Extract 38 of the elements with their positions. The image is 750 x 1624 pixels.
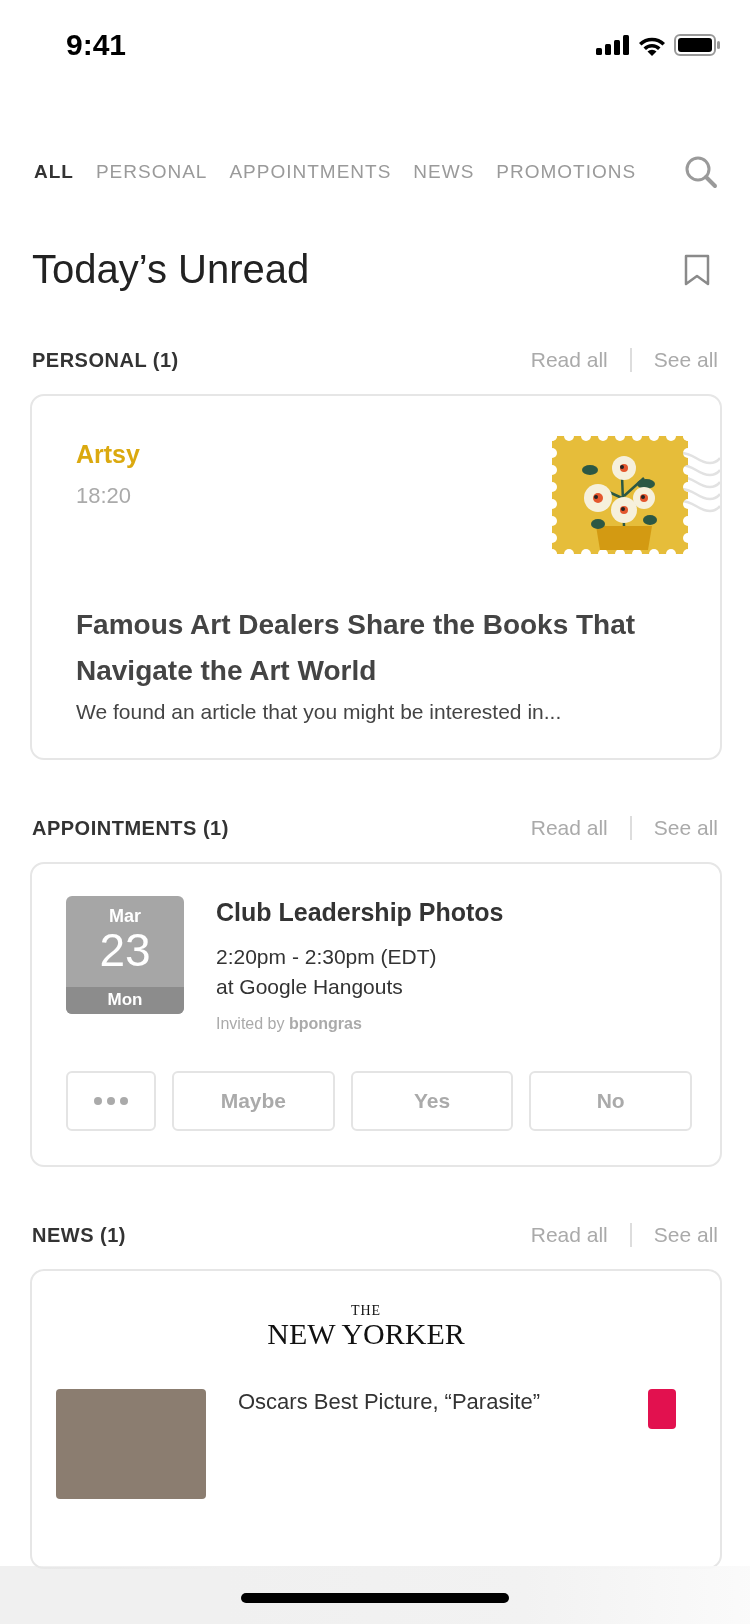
calendar-date: Mar 23 Mon <box>66 896 184 1014</box>
sender-name: Artsy <box>76 440 140 469</box>
category-tab[interactable]: ALL <box>34 161 74 183</box>
signal-icon <box>596 35 630 55</box>
rsvp-button[interactable]: No <box>529 1071 692 1131</box>
email-subject: Famous Art Dealers Share the Books That Navigate the Art World <box>76 608 637 688</box>
status-time: 9:41 <box>66 28 127 62</box>
news-headline: Oscars Best Picture, “Parasite” <box>238 1389 540 1415</box>
email-preview: We found an article that you might be interested in... <box>76 700 563 724</box>
logo-text: NEW YORKER <box>267 1319 465 1349</box>
section-heading: PERSONAL (1) <box>32 348 179 372</box>
battery-icon <box>674 34 720 56</box>
news-card[interactable]: THE NEW YORKER Oscars Best Picture, “Parasite” <box>30 1269 722 1569</box>
rsvp-button[interactable]: Yes <box>350 1071 514 1131</box>
read-all-link[interactable]: Read all <box>530 1223 608 1247</box>
see-all-link[interactable]: See all <box>653 816 718 840</box>
category-tab[interactable]: NEWS <box>413 161 475 183</box>
more-icon <box>94 1097 128 1105</box>
see-all-link[interactable]: See all <box>653 1223 718 1247</box>
section-heading: NEWS (1) <box>32 1223 126 1247</box>
invited-by-text: Invited by bpongras <box>216 1015 363 1033</box>
read-all-link[interactable]: Read all <box>530 348 608 372</box>
event-title: Club Leadership Photos <box>216 898 504 927</box>
category-tab[interactable]: PERSONAL <box>95 161 208 183</box>
see-all-link[interactable]: See all <box>653 348 718 372</box>
email-card[interactable]: Artsy 18:20 Famous Art Dealers Share the Books That Navigate the Art World We found an article that you might be interested in... <box>30 394 722 760</box>
category-tab[interactable]: PROMOTIONS <box>496 161 637 183</box>
read-all-link[interactable]: Read all <box>530 816 608 840</box>
logo-text: THE <box>350 1303 382 1319</box>
event-time: 2:20pm - 2:30pm (EDT) <box>216 945 438 969</box>
page-title: Today’s Unread <box>32 247 310 292</box>
search-icon[interactable] <box>684 155 718 189</box>
section-heading: APPOINTMENTS (1) <box>32 816 229 840</box>
email-time: 18:20 <box>76 483 133 509</box>
more-button[interactable] <box>66 1071 156 1131</box>
category-tab[interactable]: APPOINTMENTS <box>229 161 392 183</box>
event-location: at Google Hangouts <box>216 975 404 999</box>
rsvp-button[interactable]: Maybe <box>172 1071 335 1131</box>
